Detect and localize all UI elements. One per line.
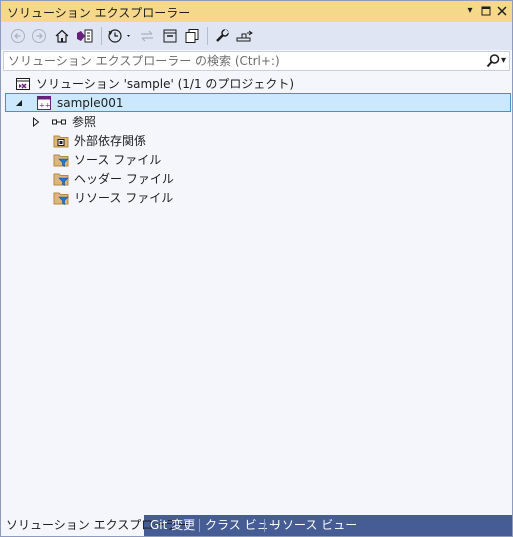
tree-item-references[interactable]: 参照 <box>31 112 96 131</box>
tree-item-label: ソース ファイル <box>74 153 162 167</box>
sync-icon[interactable] <box>138 26 156 46</box>
window-title: ソリューション エクスプローラー <box>7 6 191 20</box>
expanded-arrow-icon[interactable] <box>14 98 24 108</box>
home-icon[interactable] <box>53 26 71 46</box>
tree-item-label: 外部依存関係 <box>74 134 147 148</box>
tab-solution-explorer[interactable]: ソリューション エクスプローラー <box>1 515 189 536</box>
solution-label: ソリューション 'sample' (1/1 のプロジェクト) <box>36 77 295 91</box>
tree-item-external-dependencies[interactable]: 外部依存関係 <box>53 131 146 150</box>
search-box: ▾ <box>3 51 510 71</box>
tree-item-header-files[interactable]: ヘッダー ファイル <box>53 169 174 188</box>
filter-folder-icon <box>53 152 69 168</box>
tab-git-changes[interactable]: Git 変更 <box>145 515 199 536</box>
properties-icon[interactable] <box>213 26 231 46</box>
tab-resource-view[interactable]: リソース ビュー <box>265 515 357 536</box>
search-icon[interactable] <box>486 53 500 69</box>
search-input[interactable] <box>8 53 478 69</box>
toolbar <box>1 22 512 50</box>
filter-folder-icon <box>53 190 69 206</box>
references-icon <box>51 114 67 130</box>
search-options-dropdown-icon[interactable]: ▾ <box>501 53 506 69</box>
switch-views-icon[interactable] <box>75 26 95 46</box>
project-label: sample001 <box>57 95 124 110</box>
external-dependencies-icon <box>53 133 69 149</box>
tree-item-label: リソース ファイル <box>74 191 174 205</box>
toolbar-separator <box>207 27 208 45</box>
tree-item-label: 参照 <box>72 115 97 129</box>
svg-text:++: ++ <box>39 101 51 109</box>
back-icon[interactable] <box>9 26 27 46</box>
forward-icon[interactable] <box>30 26 48 46</box>
tree-item-resource-files[interactable]: リソース ファイル <box>53 188 173 207</box>
filter-folder-icon <box>53 171 69 187</box>
tree-item-source-files[interactable]: ソース ファイル <box>53 150 161 169</box>
tree-item-label: ヘッダー ファイル <box>74 172 174 186</box>
solution-icon <box>15 76 31 92</box>
close-icon[interactable] <box>495 4 509 18</box>
tree-node-project[interactable]: ++ sample001 <box>5 93 511 112</box>
tree-node-solution[interactable]: ソリューション 'sample' (1/1 のプロジェクト) <box>15 74 294 93</box>
pending-changes-filter-icon[interactable] <box>107 26 135 46</box>
preview-icon[interactable] <box>235 26 255 46</box>
title-bar[interactable]: ソリューション エクスプローラー ▾ <box>1 1 512 22</box>
maximize-icon[interactable] <box>479 4 493 18</box>
bottom-tab-strip: ソリューション エクスプローラー Git 変更 クラス ビュー リソース ビュー <box>1 515 512 536</box>
show-all-files-icon[interactable] <box>183 26 201 46</box>
cpp-project-icon: ++ <box>36 95 52 111</box>
collapsed-arrow-icon[interactable] <box>31 116 41 127</box>
toolbar-separator <box>101 27 102 45</box>
collapse-all-icon[interactable] <box>161 26 179 46</box>
tab-class-view[interactable]: クラス ビュー <box>200 515 281 536</box>
dropdown-icon[interactable]: ▾ <box>463 4 477 18</box>
solution-explorer-window: ソリューション エクスプローラー ▾ ソリューション エクスプローラー の検索 … <box>0 0 513 537</box>
solution-tree: ソリューション 'sample' (1/1 のプロジェクト) ++ sample… <box>1 73 512 513</box>
